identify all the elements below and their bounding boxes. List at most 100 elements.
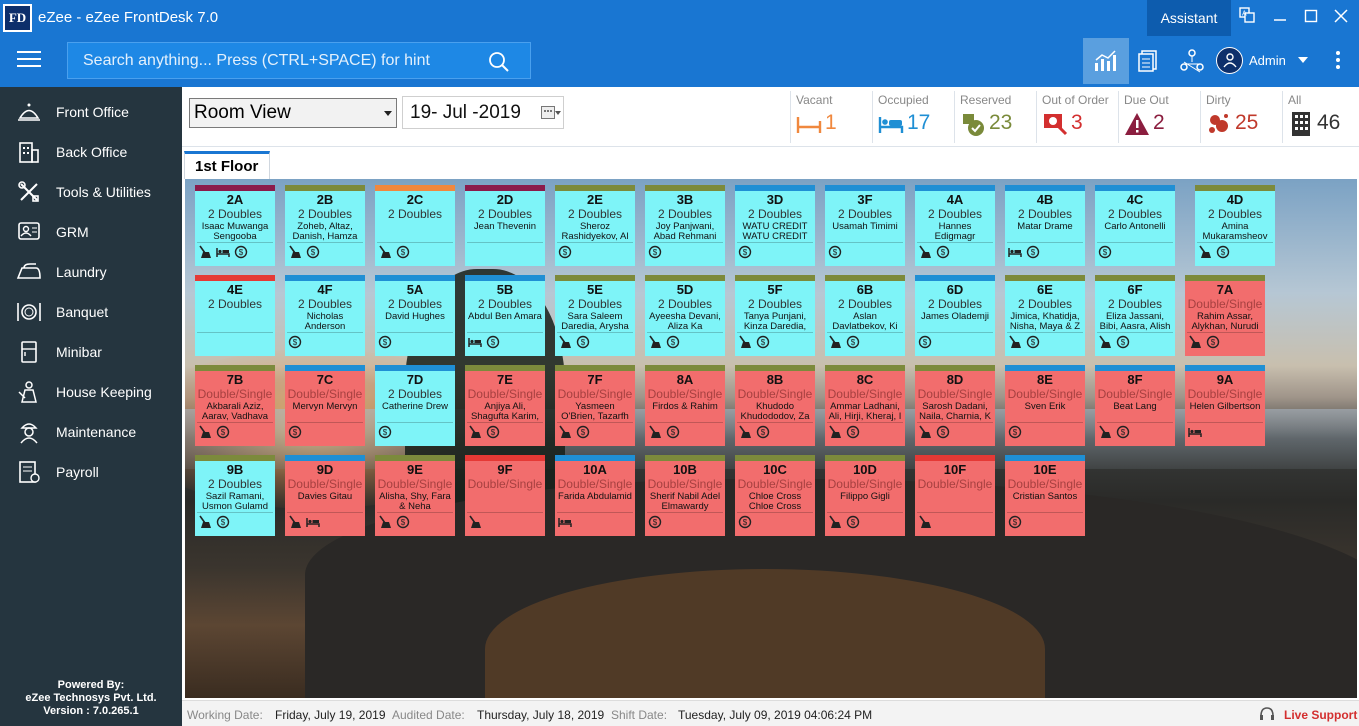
room-tile-10a[interactable]: 10A Double/Single Farida Abdulamid xyxy=(555,455,635,536)
housekeeping-broom-icon[interactable] xyxy=(648,425,662,439)
room-tile-8e[interactable]: 8E Double/Single Sven Erik $ xyxy=(1005,365,1085,446)
room-tile-2a[interactable]: 2A 2 Doubles Isaac Muwanga Sengooba $ xyxy=(195,185,275,266)
payment-icon[interactable]: $ xyxy=(486,425,500,439)
sidebar-item-laundry[interactable]: Laundry xyxy=(0,253,182,291)
sidebar-item-back-office[interactable]: Back Office xyxy=(0,133,182,171)
hamburger-menu-icon[interactable] xyxy=(17,51,41,71)
room-tile-10e[interactable]: 10E Double/Single Cristian Santos $ xyxy=(1005,455,1085,536)
payment-icon[interactable]: $ xyxy=(576,425,590,439)
room-tile-8d[interactable]: 8D Double/Single Sarosh Dadani, Naila, Cha… xyxy=(915,365,995,446)
search-box[interactable] xyxy=(67,42,531,79)
stat-reserved[interactable]: Reserved 23 xyxy=(954,91,1036,143)
housekeeping-broom-icon[interactable] xyxy=(198,515,212,529)
room-tile-6d[interactable]: 6D 2 Doubles James Olademji $ xyxy=(915,275,995,356)
room-tile-7d[interactable]: 7D 2 Doubles Catherine Drew $ xyxy=(375,365,455,446)
payment-icon[interactable]: $ xyxy=(576,335,590,349)
payment-icon[interactable]: $ xyxy=(666,425,680,439)
housekeeping-broom-icon[interactable] xyxy=(738,425,752,439)
room-tile-5d[interactable]: 5D 2 Doubles Ayeesha Devani, Aliza Ka $ xyxy=(645,275,725,356)
payment-icon[interactable]: $ xyxy=(738,245,752,259)
assistant-button[interactable]: Assistant xyxy=(1147,0,1231,36)
room-tile-3b[interactable]: 3B 2 Doubles Joy Panjwani, Abad Rehmani $ xyxy=(645,185,725,266)
payment-icon[interactable]: $ xyxy=(396,515,410,529)
room-tile-4c[interactable]: 4C 2 Doubles Carlo Antonelli $ xyxy=(1095,185,1175,266)
room-tile-6f[interactable]: 6F 2 Doubles Eliza Jassani, Bibi, Aasra, A… xyxy=(1095,275,1175,356)
stat-out-of-order[interactable]: Out of Order 3 xyxy=(1036,91,1118,143)
housekeeping-broom-icon[interactable] xyxy=(558,425,572,439)
bed-icon[interactable] xyxy=(306,515,320,529)
sidebar-item-house-keeping[interactable]: House Keeping xyxy=(0,373,182,411)
room-tile-4b[interactable]: 4B 2 Doubles Matar Drame $ xyxy=(1005,185,1085,266)
sidebar-item-grm[interactable]: GRM xyxy=(0,213,182,251)
room-tile-5e[interactable]: 5E 2 Doubles Sara Saleem Daredia, Arysha $ xyxy=(555,275,635,356)
room-tile-8b[interactable]: 8B Double/Single Khudodo Khudododov, Za $ xyxy=(735,365,815,446)
payment-icon[interactable]: $ xyxy=(846,335,860,349)
headset-icon[interactable] xyxy=(1259,706,1275,722)
bed-icon[interactable] xyxy=(558,515,572,529)
room-tile-5a[interactable]: 5A 2 Doubles David Hughes $ xyxy=(375,275,455,356)
payment-icon[interactable]: $ xyxy=(216,425,230,439)
housekeeping-broom-icon[interactable] xyxy=(468,515,482,529)
housekeeping-broom-icon[interactable] xyxy=(198,245,212,259)
payment-icon[interactable]: $ xyxy=(396,245,410,259)
housekeeping-broom-icon[interactable] xyxy=(828,425,842,439)
payment-icon[interactable]: $ xyxy=(1008,425,1022,439)
housekeeping-broom-icon[interactable] xyxy=(288,245,302,259)
payment-icon[interactable]: $ xyxy=(1116,335,1130,349)
close-icon[interactable] xyxy=(1329,6,1353,30)
room-tile-9f[interactable]: 9F Double/Single xyxy=(465,455,545,536)
room-tile-9e[interactable]: 9E Double/Single Alisha, Shy, Fara & Neha $ xyxy=(375,455,455,536)
payment-icon[interactable]: $ xyxy=(648,515,662,529)
housekeeping-broom-icon[interactable] xyxy=(1098,425,1112,439)
housekeeping-broom-icon[interactable] xyxy=(918,245,932,259)
room-tile-2e[interactable]: 2E 2 Doubles Sheroz Rashidyekov, Al $ xyxy=(555,185,635,266)
housekeeping-broom-icon[interactable] xyxy=(1098,335,1112,349)
room-tile-9d[interactable]: 9D Double/Single Davies Gitau xyxy=(285,455,365,536)
more-menu-icon[interactable] xyxy=(1336,51,1340,72)
payment-icon[interactable]: $ xyxy=(1116,425,1130,439)
housekeeping-broom-icon[interactable] xyxy=(648,335,662,349)
payment-icon[interactable]: $ xyxy=(1206,335,1220,349)
housekeeping-broom-icon[interactable] xyxy=(1198,245,1212,259)
payment-icon[interactable]: $ xyxy=(378,335,392,349)
room-tile-10d[interactable]: 10D Double/Single Filippo Gigli $ xyxy=(825,455,905,536)
payment-icon[interactable]: $ xyxy=(738,515,752,529)
user-menu[interactable]: Admin xyxy=(1216,45,1308,75)
bed-icon[interactable] xyxy=(216,245,230,259)
room-tile-10b[interactable]: 10B Double/Single Sherif Nabil Adel Elmawa… xyxy=(645,455,725,536)
stat-due-out[interactable]: Due Out 2 xyxy=(1118,91,1200,143)
dashboard-chart-icon[interactable] xyxy=(1083,38,1129,84)
view-select[interactable]: Room View xyxy=(189,98,397,128)
room-tile-10f[interactable]: 10F Double/Single xyxy=(915,455,995,536)
language-icon[interactable]: A xyxy=(1235,6,1259,30)
room-tile-4f[interactable]: 4F 2 Doubles Nicholas Anderson $ xyxy=(285,275,365,356)
housekeeping-broom-icon[interactable] xyxy=(918,515,932,529)
room-tile-5b[interactable]: 5B 2 Doubles Abdul Ben Amara $ xyxy=(465,275,545,356)
stat-all[interactable]: All 46 xyxy=(1282,91,1359,143)
room-tile-10c[interactable]: 10C Double/Single Chloe Cross Chloe Cross $ xyxy=(735,455,815,536)
housekeeping-broom-icon[interactable] xyxy=(378,245,392,259)
calendar-icon[interactable] xyxy=(541,106,555,119)
housekeeping-broom-icon[interactable] xyxy=(1188,335,1202,349)
room-tile-8c[interactable]: 8C Double/Single Ammar Ladhani, Ali, Hirji… xyxy=(825,365,905,446)
payment-icon[interactable]: $ xyxy=(828,245,842,259)
payment-icon[interactable]: $ xyxy=(846,425,860,439)
maximize-icon[interactable] xyxy=(1299,6,1323,30)
housekeeping-broom-icon[interactable] xyxy=(828,335,842,349)
sidebar-item-payroll[interactable]: Payroll xyxy=(0,453,182,491)
sidebar-item-tools-utilities[interactable]: Tools & Utilities xyxy=(0,173,182,211)
room-tile-4a[interactable]: 4A 2 Doubles Hannes Edigmagr $ xyxy=(915,185,995,266)
sidebar-item-front-office[interactable]: Front Office xyxy=(0,93,182,131)
housekeeping-broom-icon[interactable] xyxy=(1008,335,1022,349)
housekeeping-broom-icon[interactable] xyxy=(198,425,212,439)
payment-icon[interactable]: $ xyxy=(936,245,950,259)
payment-icon[interactable]: $ xyxy=(234,245,248,259)
search-icon[interactable] xyxy=(488,51,510,73)
payment-icon[interactable]: $ xyxy=(486,335,500,349)
room-tile-8f[interactable]: 8F Double/Single Beat Lang $ xyxy=(1095,365,1175,446)
room-tile-2b[interactable]: 2B 2 Doubles Zoheb, Altaz, Danish, Hamza $ xyxy=(285,185,365,266)
stat-vacant[interactable]: Vacant 1 xyxy=(790,91,872,143)
bed-icon[interactable] xyxy=(1188,425,1202,439)
room-tile-9a[interactable]: 9A Double/Single Helen Gilbertson xyxy=(1185,365,1265,446)
sidebar-item-banquet[interactable]: Banquet xyxy=(0,293,182,331)
